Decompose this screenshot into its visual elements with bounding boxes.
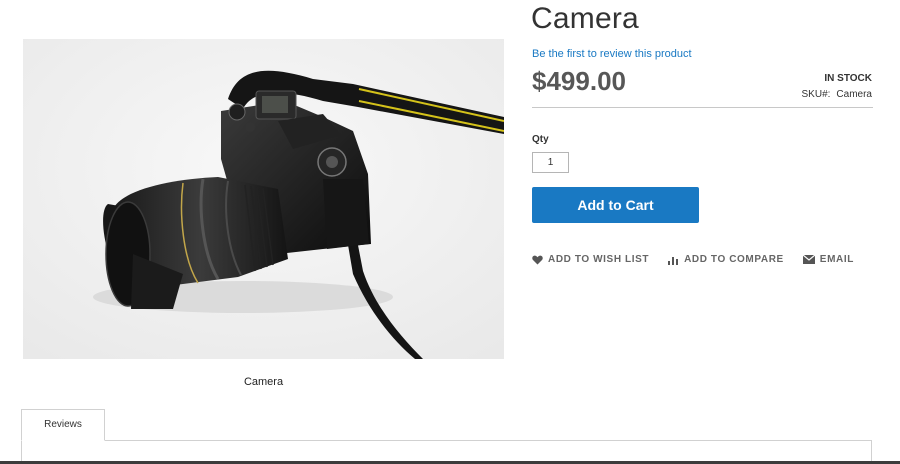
qty-label: Qty (532, 134, 549, 145)
add-to-cart-button[interactable]: Add to Cart (532, 187, 699, 223)
qty-input[interactable] (532, 152, 569, 173)
sku: SKU#: Camera (802, 88, 872, 101)
envelope-icon (802, 255, 815, 264)
wishlist-label: ADD TO WISH LIST (548, 254, 650, 265)
stock-info: IN STOCK SKU#: Camera (802, 72, 872, 101)
sku-value: Camera (836, 89, 872, 100)
add-to-wishlist-link[interactable]: ADD TO WISH LIST (532, 254, 649, 265)
heart-icon (532, 255, 543, 264)
camera-photo (23, 39, 504, 359)
compare-label: ADD TO COMPARE (684, 254, 784, 265)
review-link[interactable]: Be the first to review this product (532, 48, 692, 60)
product-image[interactable] (23, 39, 504, 359)
bar-chart-icon (668, 256, 679, 265)
divider (532, 107, 873, 108)
product-actions: ADD TO WISH LIST ADD TO COMPARE EMAIL (532, 254, 873, 265)
product-price: $499.00 (532, 66, 626, 96)
add-to-compare-link[interactable]: ADD TO COMPARE (668, 254, 784, 265)
email-link[interactable]: EMAIL (802, 254, 854, 265)
email-label: EMAIL (819, 254, 854, 265)
gallery-caption: Camera (243, 376, 284, 388)
tab-reviews[interactable]: Reviews (21, 409, 105, 441)
stock-status: IN STOCK (824, 73, 872, 84)
sku-label: SKU#: (801, 89, 831, 100)
product-page: Camera Camera Be the first to review thi… (0, 0, 900, 464)
product-title: Camera (531, 2, 639, 35)
